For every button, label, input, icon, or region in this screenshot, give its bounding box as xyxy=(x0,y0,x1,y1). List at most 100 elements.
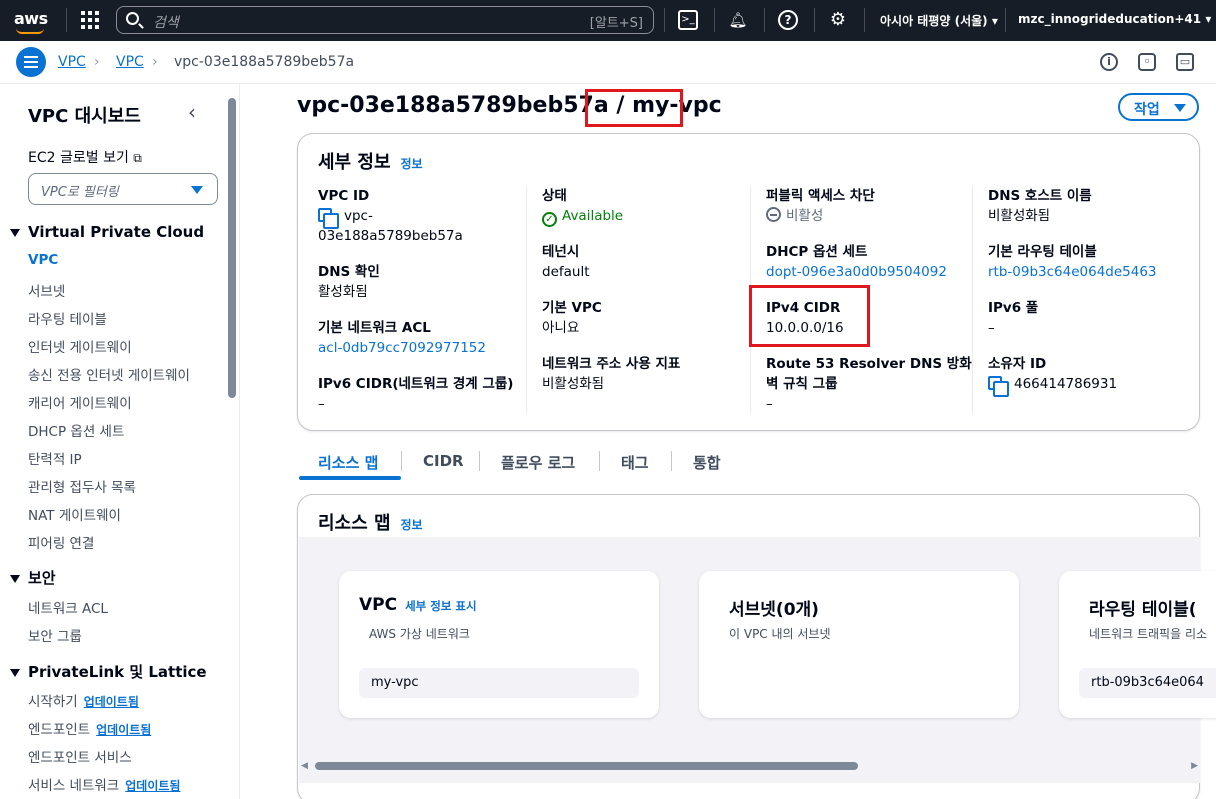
sidebar-item-security-groups[interactable]: 보안 그룹 xyxy=(28,625,82,645)
caret-down-icon xyxy=(1174,104,1186,112)
sidebar-item-network-acl[interactable]: 네트워크 ACL xyxy=(28,597,108,617)
horizontal-scrollbar[interactable]: ◀ ▶ xyxy=(297,759,1200,773)
info-link[interactable]: 정보 xyxy=(401,518,423,532)
breadcrumb-vpc-2[interactable]: VPC xyxy=(116,54,144,70)
main-content: vpc-03e188a5789beb57a / my-vpc 작업 세부 정보 정… xyxy=(241,84,1216,799)
sidebar-item-endpoint-services[interactable]: 엔드포인트 서비스 xyxy=(28,746,132,766)
sidebar-item-egress-gateways[interactable]: 송신 전용 인터넷 게이트웨이 xyxy=(28,364,190,384)
vpc-node-item[interactable]: my-vpc xyxy=(359,668,639,698)
dhcp-link[interactable]: dopt-096e3a0d0b9504092 xyxy=(766,262,976,282)
divider xyxy=(66,8,67,32)
sidebar-item-subnets[interactable]: 서브넷 xyxy=(28,280,65,300)
region-selector[interactable]: 아시아 태평양 (서울) ▾ xyxy=(880,12,998,29)
scroll-thumb[interactable] xyxy=(315,762,858,770)
kv-owner-id: 소유자 ID 466414786931 xyxy=(988,354,1198,397)
show-details-link[interactable]: 세부 정보 표시 xyxy=(405,599,477,613)
section-security[interactable]: 보안 xyxy=(10,567,56,588)
details-title: 세부 정보 xyxy=(318,152,391,173)
caret-down-icon xyxy=(10,668,20,677)
sidebar-item-route-tables[interactable]: 라우팅 테이블 xyxy=(28,308,107,328)
highlight-box-vpc-name xyxy=(585,89,683,127)
aws-logo[interactable]: aws xyxy=(14,9,48,28)
sidebar-item-elastic-ip[interactable]: 탄력적 IP xyxy=(28,448,82,468)
tab-divider xyxy=(599,451,600,471)
caret-down-icon xyxy=(10,228,20,237)
search-bar[interactable]: 검색 [알트+S] xyxy=(116,6,654,34)
route-tables-node-item[interactable]: rtb-09b3c64e064 xyxy=(1079,668,1216,698)
sidebar-ec2-global[interactable]: EC2 글로벌 보기 ⧉ xyxy=(28,147,142,167)
tab-integrations[interactable]: 통합 xyxy=(693,452,721,473)
default-acl-link[interactable]: acl-0db79cc7092977152 xyxy=(318,338,528,358)
ipv6-cidr-value: – xyxy=(318,396,325,412)
aws-logo-smile xyxy=(16,28,44,34)
sidebar-item-peering[interactable]: 피어링 연결 xyxy=(28,532,94,552)
sidebar-item-prefix-lists[interactable]: 관리형 접두사 목록 xyxy=(28,476,136,496)
sidebar-item-getting-started[interactable]: 시작하기 업데이트됨 xyxy=(28,690,139,710)
menu-line xyxy=(24,61,38,63)
resource-map-title: 리소스 맵 xyxy=(318,513,391,534)
sidebar-item-carrier-gateways[interactable]: 캐리어 게이트웨이 xyxy=(28,392,132,412)
feedback-icon[interactable]: ▭ xyxy=(1176,53,1194,71)
usage-label: 네트워크 주소 사용 지표 xyxy=(542,356,681,372)
kv-public-access-block: 퍼블릭 액세스 차단 비활성 xyxy=(766,186,976,226)
section-privatelink[interactable]: PrivateLink 및 Lattice xyxy=(10,661,207,682)
getting-started-label: 시작하기 xyxy=(28,694,78,710)
kv-route53: Route 53 Resolver DNS 방화 벽 규칙 그룹 – xyxy=(766,354,976,414)
hexagon-icon[interactable]: ◦ xyxy=(1138,53,1156,71)
vpc-filter-select[interactable]: VPC로 필터링 xyxy=(28,173,218,205)
minus-circle-icon xyxy=(766,207,781,222)
resource-map-card: 리소스 맵 정보 VPC 세부 정보 표시 AWS 가상 네트워크 my-vpc 서… xyxy=(297,494,1216,799)
chevron-left-icon[interactable]: ‹ xyxy=(188,100,196,124)
copy-icon[interactable] xyxy=(988,376,1009,397)
tab-resource-map[interactable]: 리소스 맵 xyxy=(318,452,378,473)
services-grid-icon[interactable] xyxy=(81,11,99,29)
column-divider xyxy=(972,186,973,414)
kv-ipv6-pool: IPv6 풀 – xyxy=(988,298,1198,338)
tab-cidr[interactable]: CIDR xyxy=(423,452,464,470)
sidebar-item-service-networks[interactable]: 서비스 네트워크 업데이트됨 xyxy=(28,774,180,794)
breadcrumb-bar: VPC › VPC › vpc-03e188a5789beb57a i ◦ ▭ xyxy=(0,41,1216,84)
section-vpc[interactable]: Virtual Private Cloud xyxy=(10,223,204,241)
search-placeholder: 검색 xyxy=(153,15,179,31)
sidebar-item-nat-gateways[interactable]: NAT 게이트웨이 xyxy=(28,504,121,524)
sidebar: VPC 대시보드 ‹ EC2 글로벌 보기 ⧉ VPC로 필터링 Virtual… xyxy=(0,84,240,799)
tab-tags[interactable]: 태그 xyxy=(621,452,649,473)
sidebar-item-vpc[interactable]: VPC xyxy=(28,252,58,268)
sidebar-item-dhcp[interactable]: DHCP 옵션 세트 xyxy=(28,420,124,440)
search-shortcut: [알트+S] xyxy=(589,16,643,31)
actions-label: 작업 xyxy=(1134,102,1160,118)
default-vpc-value: 아니요 xyxy=(542,320,580,336)
dhcp-label: DHCP 옵션 세트 xyxy=(766,244,868,260)
bell-icon[interactable]: 🔔︎ xyxy=(728,10,748,30)
section-vpc-label: Virtual Private Cloud xyxy=(28,223,205,241)
route53-label-2: 벽 규칙 그룹 xyxy=(766,376,838,392)
info-link[interactable]: 정보 xyxy=(401,157,423,171)
dns-host-value: 비활성화됨 xyxy=(988,208,1051,224)
scroll-left-icon[interactable]: ◀ xyxy=(301,761,308,771)
check-circle-icon: ✓ xyxy=(542,212,557,227)
sidebar-item-internet-gateways[interactable]: 인터넷 게이트웨이 xyxy=(28,336,132,356)
ec2-global-label: EC2 글로벌 보기 xyxy=(28,150,129,166)
gear-icon[interactable]: ⚙ xyxy=(828,10,848,30)
menu-toggle-button[interactable] xyxy=(16,47,46,77)
resource-map-header: 리소스 맵 정보 xyxy=(318,509,423,535)
menu-line xyxy=(24,66,38,68)
main-rt-link[interactable]: rtb-09b3c64e064de5463 xyxy=(988,262,1198,282)
actions-button[interactable]: 작업 xyxy=(1118,93,1199,121)
ipv6-pool-label: IPv6 풀 xyxy=(988,300,1039,316)
sidebar-scrollbar[interactable] xyxy=(228,98,236,398)
scroll-right-icon[interactable]: ▶ xyxy=(1191,761,1198,771)
updated-badge: 업데이트됨 xyxy=(83,695,139,709)
state-value: ✓ Available xyxy=(542,206,752,227)
menu-line xyxy=(24,56,38,58)
kv-main-route-table: 기본 라우팅 테이블 rtb-09b3c64e064de5463 xyxy=(988,242,1198,282)
account-menu[interactable]: mzc_innogrideducation+41 ▾ xyxy=(1018,12,1211,26)
help-icon[interactable]: ? xyxy=(778,10,798,30)
sidebar-title[interactable]: VPC 대시보드 xyxy=(28,102,141,128)
info-icon[interactable]: i xyxy=(1100,53,1118,71)
copy-icon[interactable] xyxy=(318,208,339,229)
sidebar-item-endpoints[interactable]: 엔드포인트 업데이트됨 xyxy=(28,718,151,738)
tab-flow-logs[interactable]: 플로우 로그 xyxy=(501,452,575,473)
breadcrumb-vpc-1[interactable]: VPC xyxy=(58,54,86,70)
cloudshell-icon[interactable]: >_ xyxy=(678,10,698,30)
